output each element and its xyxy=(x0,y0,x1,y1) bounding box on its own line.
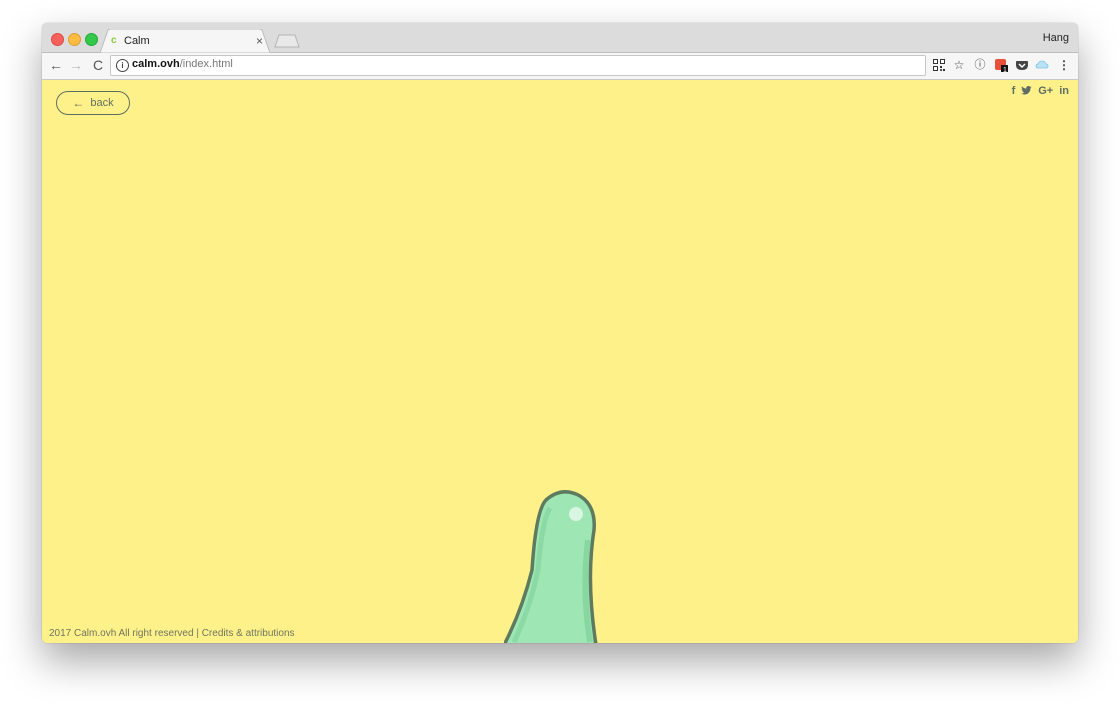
browser-window: c Calm × Hang ← → C i calm.ovh/index.htm… xyxy=(42,23,1078,643)
twitter-icon[interactable] xyxy=(1021,85,1032,96)
onepassword-icon[interactable]: ⓘ xyxy=(973,58,987,72)
copyright-text: 2017 Calm.ovh All right reserved xyxy=(49,628,194,639)
cloud-icon[interactable] xyxy=(1035,58,1049,72)
profile-name[interactable]: Hang xyxy=(1043,32,1069,44)
favicon-icon: c xyxy=(111,35,117,46)
browser-toolbar: ← → C i calm.ovh/index.html ☆ ⓘ 1 ⋮ xyxy=(42,53,1078,80)
linkedin-icon[interactable]: in xyxy=(1059,85,1069,97)
tab-calm[interactable]: c Calm × xyxy=(100,29,270,53)
tab-title: Calm xyxy=(124,35,150,47)
forward-nav-button[interactable]: → xyxy=(68,57,84,73)
page-footer: 2017 Calm.ovh All right reserved | Credi… xyxy=(49,628,295,639)
back-button-label: back xyxy=(90,97,114,109)
qr-code-icon[interactable] xyxy=(932,58,946,72)
credits-link[interactable]: Credits & attributions xyxy=(202,628,295,639)
pocket-icon[interactable] xyxy=(1015,58,1029,72)
google-plus-icon[interactable]: G+ xyxy=(1038,85,1053,97)
tab-strip: c Calm × Hang xyxy=(42,23,1078,53)
facebook-icon[interactable]: f xyxy=(1012,85,1016,97)
badge-count: 1 xyxy=(1003,67,1007,72)
url-text: calm.ovh/index.html xyxy=(132,58,233,70)
address-bar[interactable]: i calm.ovh/index.html xyxy=(110,55,926,76)
minimize-window-button[interactable] xyxy=(68,33,81,46)
social-links: f G+ in xyxy=(1012,85,1069,97)
url-path: /index.html xyxy=(179,58,233,70)
site-info-icon[interactable]: i xyxy=(116,59,129,72)
close-window-button[interactable] xyxy=(51,33,64,46)
badge-extension-icon[interactable]: 1 xyxy=(994,58,1008,72)
new-tab-button[interactable] xyxy=(274,34,300,48)
green-creature-illustration xyxy=(504,490,598,643)
tab-close-button[interactable]: × xyxy=(256,34,263,48)
url-host: calm.ovh xyxy=(132,58,180,70)
page-content: ← back f G+ in 2017 Calm.ovh All right r… xyxy=(42,80,1078,643)
back-button[interactable]: ← back xyxy=(56,91,130,115)
reload-button[interactable]: C xyxy=(90,57,106,73)
arrow-left-icon: ← xyxy=(72,96,85,110)
back-nav-button[interactable]: ← xyxy=(48,57,64,73)
menu-icon[interactable]: ⋮ xyxy=(1057,58,1071,72)
maximize-window-button[interactable] xyxy=(85,33,98,46)
star-icon[interactable]: ☆ xyxy=(952,58,966,72)
footer-separator: | xyxy=(196,628,199,639)
